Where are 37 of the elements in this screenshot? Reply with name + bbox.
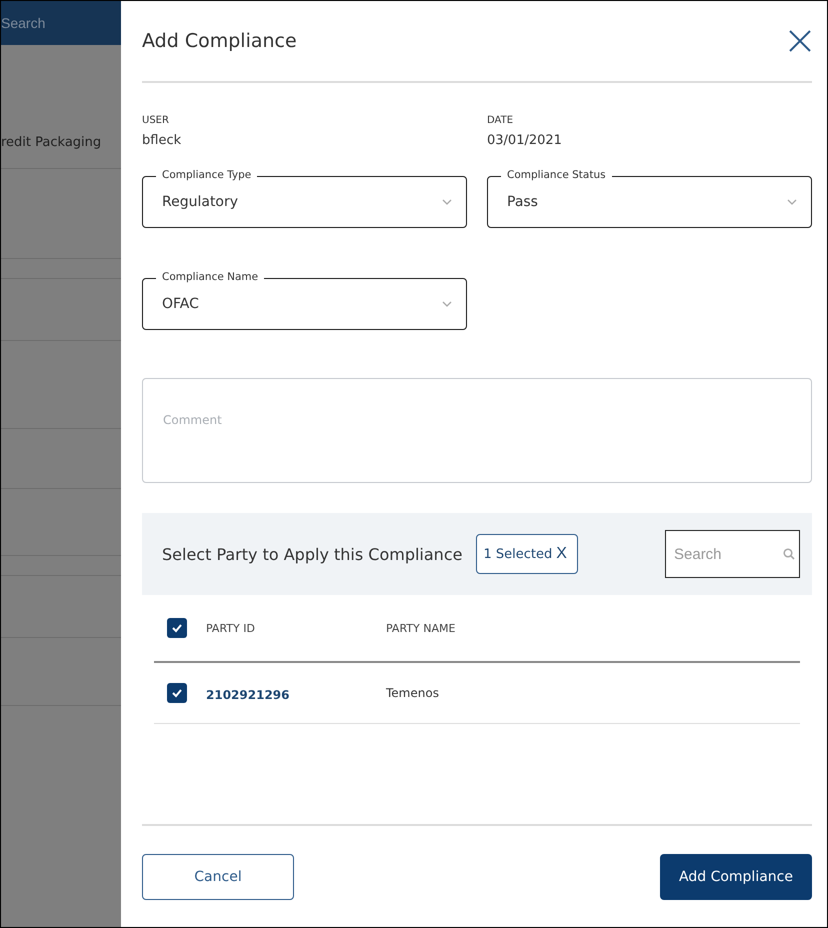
select-value: Regulatory	[162, 194, 238, 210]
search-icon	[783, 548, 795, 560]
check-icon	[171, 688, 183, 698]
floating-label: Compliance Type	[156, 168, 258, 183]
select-field[interactable]: Compliance Name OFAC	[142, 270, 467, 330]
field-label: USER	[142, 115, 170, 126]
drawer-title: Add Compliance	[142, 30, 297, 52]
checkbox[interactable]	[167, 683, 187, 703]
chip-text: 1 Selected	[483, 546, 552, 562]
chevron-icon	[441, 300, 453, 308]
cancel-button[interactable]: Cancel	[142, 854, 294, 900]
column-header: PARTY ID	[206, 622, 256, 634]
select-field[interactable]: Compliance Status Pass	[487, 168, 812, 228]
select-value: OFAC	[162, 296, 199, 312]
field-value: 03/01/2021	[487, 133, 563, 148]
search-input[interactable]: Search	[672, 544, 772, 564]
clear-button[interactable]: X	[556, 545, 567, 563]
chevron-icon	[786, 198, 798, 206]
select-field[interactable]: Compliance Type Regulatory	[142, 168, 467, 228]
field-value: bfleck	[142, 133, 182, 148]
column-header: PARTY NAME	[386, 622, 456, 634]
section-title: Select Party to Apply this Compliance	[162, 544, 462, 564]
table-cell-text: Temenos	[386, 686, 440, 700]
check-icon	[171, 623, 183, 633]
search-field[interactable]: Search	[665, 530, 800, 578]
checkbox[interactable]	[167, 618, 187, 638]
floating-label: Compliance Status	[501, 168, 612, 183]
close-button[interactable]	[787, 28, 813, 54]
row-label: redit Packaging	[1, 135, 102, 150]
party-id-link[interactable]: 2102921296	[206, 688, 290, 702]
search-field[interactable]: Search	[1, 1, 121, 45]
select-value: Pass	[507, 194, 538, 210]
field-label: DATE	[487, 115, 514, 126]
chevron-icon	[441, 198, 453, 206]
comment-field[interactable]: Comment	[142, 378, 812, 483]
add-compliance-button[interactable]: Add Compliance	[660, 854, 812, 900]
floating-label: Compliance Name	[156, 270, 264, 285]
